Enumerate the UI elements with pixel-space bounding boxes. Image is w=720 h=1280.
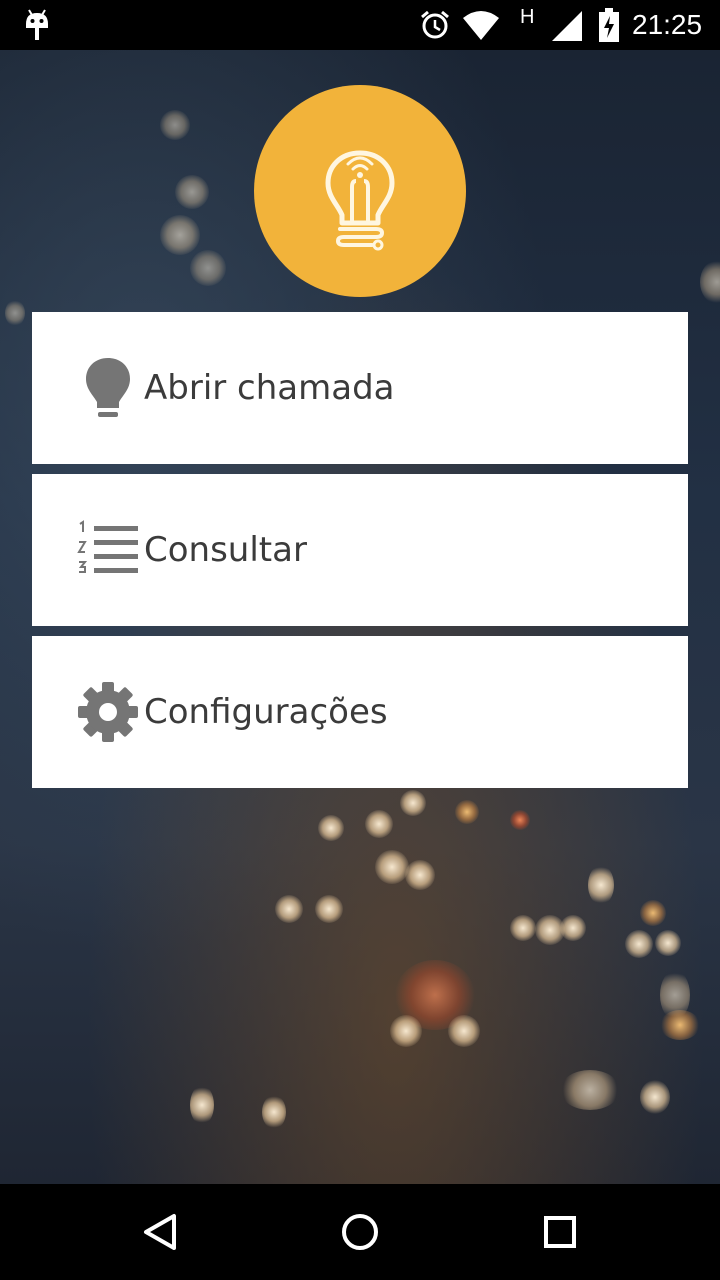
- navigation-bar: [0, 1184, 720, 1280]
- menu-item-configuracoes[interactable]: Configurações: [32, 636, 688, 788]
- wireless-lightbulb-icon: [325, 150, 395, 251]
- recents-icon[interactable]: [530, 1202, 590, 1262]
- main-content: Abrir chamada Consultar Configurações: [0, 50, 720, 1184]
- app-logo: [254, 85, 466, 297]
- alarm-icon: [421, 10, 449, 39]
- network-type-label: H: [520, 6, 535, 28]
- home-icon[interactable]: [330, 1202, 390, 1262]
- menu-item-consultar[interactable]: Consultar: [32, 474, 688, 626]
- signal-strength-icon: [552, 11, 582, 41]
- menu-item-label: Consultar: [144, 530, 307, 570]
- numbered-list-icon: [77, 520, 138, 573]
- lightbulb-icon: [86, 358, 130, 417]
- gear-icon: [78, 682, 138, 742]
- android-notification-icon: [26, 9, 48, 40]
- back-icon[interactable]: [130, 1202, 190, 1262]
- clock: 21:25: [632, 9, 703, 40]
- wifi-icon: [463, 11, 499, 40]
- menu-item-abrir-chamada[interactable]: Abrir chamada: [32, 312, 688, 464]
- battery-charging-icon: [599, 8, 619, 42]
- menu-item-label: Abrir chamada: [144, 368, 395, 408]
- menu-item-label: Configurações: [144, 692, 388, 732]
- status-bar: H 21:25: [0, 0, 720, 50]
